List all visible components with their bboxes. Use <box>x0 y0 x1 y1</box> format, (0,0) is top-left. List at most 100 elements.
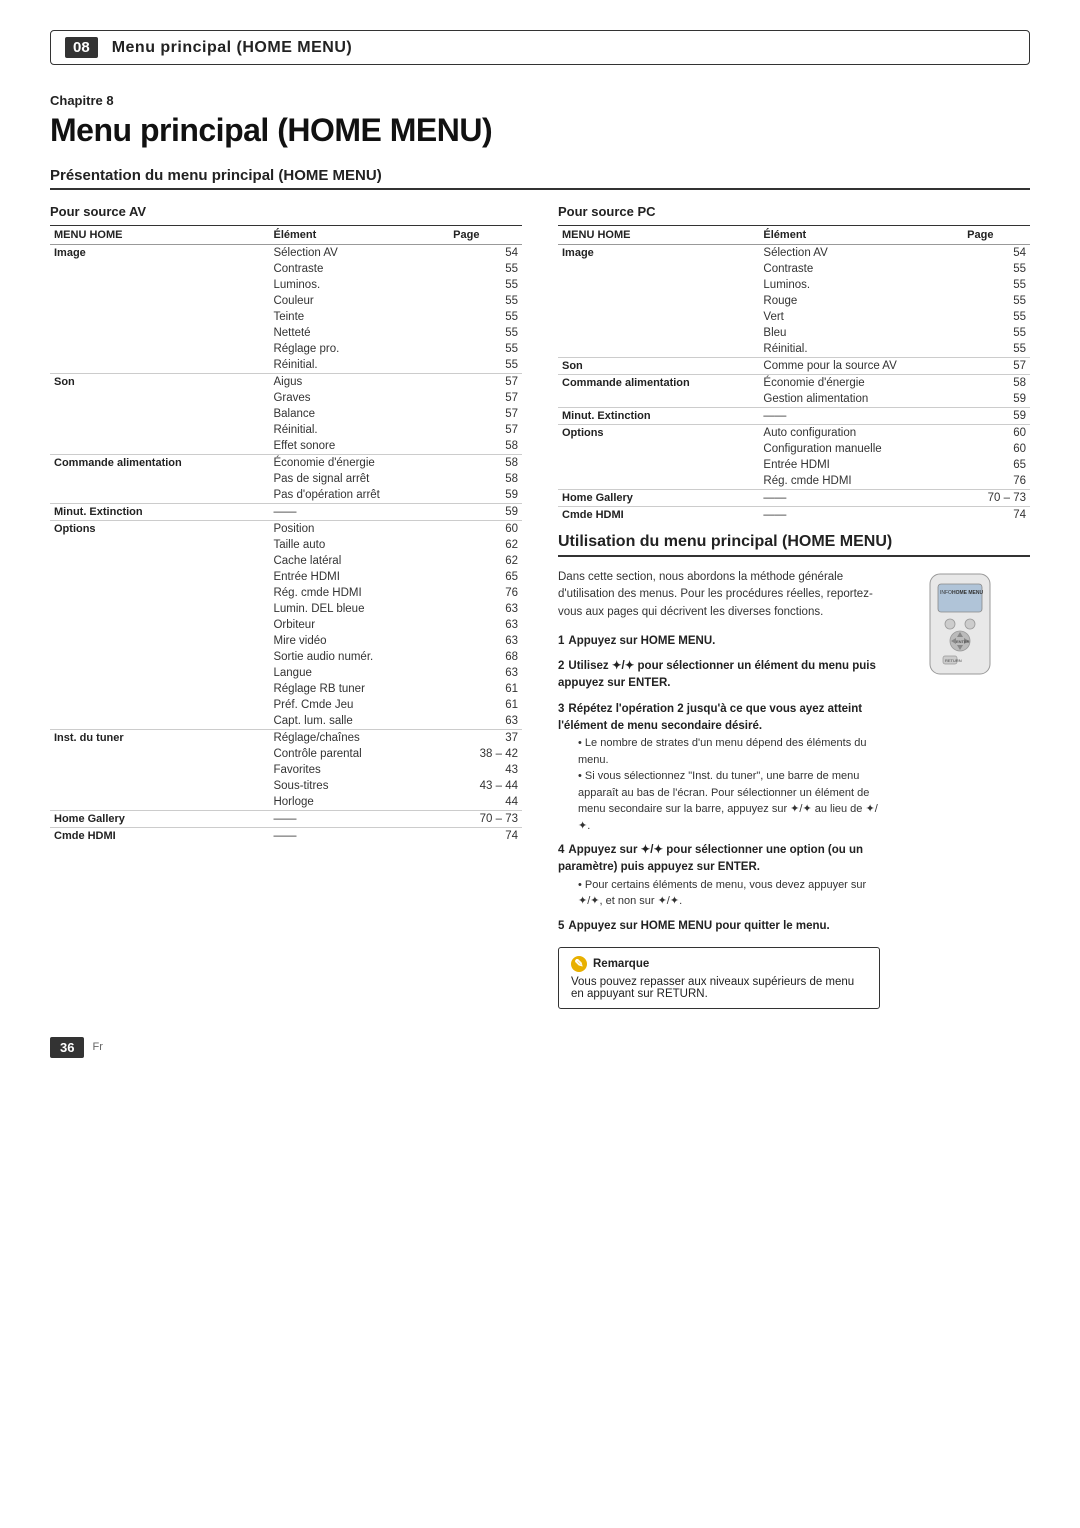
av-item-cell: Sélection AV <box>269 245 449 262</box>
page-lang: Fr <box>92 1041 102 1053</box>
pc-page-cell: 76 <box>963 473 1030 490</box>
table-row: Entrée HDMI 65 <box>558 457 1030 473</box>
table-row: Rouge 55 <box>558 293 1030 309</box>
table-row: Contraste 55 <box>50 261 522 277</box>
utilisation-text: Dans cette section, nous abordons la mét… <box>558 569 880 1009</box>
av-item-cell: Horloge <box>269 794 449 811</box>
table-row: Orbiteur 63 <box>50 617 522 633</box>
av-page-cell: 59 <box>449 504 522 521</box>
av-page-cell: 62 <box>449 537 522 553</box>
av-page-cell: 55 <box>449 261 522 277</box>
pc-category-cell: Cmde HDMI <box>558 507 759 524</box>
step-number: 4 <box>558 844 564 856</box>
av-item-cell: Lumin. DEL bleue <box>269 601 449 617</box>
av-item-cell: —— <box>269 828 449 845</box>
av-item-cell: Netteté <box>269 325 449 341</box>
top-bar: 08 Menu principal (HOME MENU) <box>50 30 1030 65</box>
step-bullet: Si vous sélectionnez "Inst. du tuner", u… <box>578 768 880 834</box>
av-item-cell: Cache latéral <box>269 553 449 569</box>
steps-container: 1Appuyez sur HOME MENU.2Utilisez ✦/✦ pou… <box>558 633 880 935</box>
av-item-cell: Sous-titres <box>269 778 449 794</box>
pc-item-cell: Bleu <box>759 325 963 341</box>
table-row: Balance 57 <box>50 406 522 422</box>
chapter-title: Menu principal (HOME MENU) <box>50 112 1030 149</box>
svg-text:ENTER: ENTER <box>956 639 970 644</box>
av-category-cell <box>50 697 269 713</box>
table-row: Sortie audio numér. 68 <box>50 649 522 665</box>
av-category-cell: Minut. Extinction <box>50 504 269 521</box>
table-row: Configuration manuelle 60 <box>558 441 1030 457</box>
pc-category-cell <box>558 325 759 341</box>
av-category-cell <box>50 633 269 649</box>
svg-text:HOME MENU: HOME MENU <box>952 590 984 596</box>
table-row: Réglage RB tuner 61 <box>50 681 522 697</box>
table-row: Options Position 60 <box>50 521 522 538</box>
table-row: Sous-titres 43 – 44 <box>50 778 522 794</box>
step-text: Appuyez sur HOME MENU. <box>568 635 715 647</box>
av-page-cell: 43 <box>449 762 522 778</box>
pc-item-cell: Gestion alimentation <box>759 391 963 408</box>
pc-page-cell: 55 <box>963 341 1030 358</box>
av-page-cell: 60 <box>449 521 522 538</box>
av-category-cell <box>50 681 269 697</box>
pc-category-cell <box>558 261 759 277</box>
av-item-cell: Pas d'opération arrêt <box>269 487 449 504</box>
table-row: Pas d'opération arrêt 59 <box>50 487 522 504</box>
av-col-menu-home: MENU HOME <box>50 226 269 245</box>
pc-item-cell: Réinitial. <box>759 341 963 358</box>
av-category-cell <box>50 341 269 357</box>
table-row: Capt. lum. salle 63 <box>50 713 522 730</box>
pc-category-cell: Minut. Extinction <box>558 408 759 425</box>
av-category-cell <box>50 471 269 487</box>
av-category-cell <box>50 665 269 681</box>
pc-source-label: Pour source PC <box>558 204 1030 219</box>
table-row: Home Gallery —— 70 – 73 <box>50 811 522 828</box>
av-category-cell: Options <box>50 521 269 538</box>
svg-text:INFO: INFO <box>940 590 952 596</box>
table-row: Réinitial. 57 <box>50 422 522 438</box>
table-row: Teinte 55 <box>50 309 522 325</box>
table-row: Entrée HDMI 65 <box>50 569 522 585</box>
pc-category-cell: Image <box>558 245 759 262</box>
av-category-cell <box>50 261 269 277</box>
av-category-cell <box>50 390 269 406</box>
pc-page-cell: 60 <box>963 425 1030 442</box>
pc-category-cell <box>558 309 759 325</box>
av-category-cell <box>50 601 269 617</box>
av-category-cell <box>50 277 269 293</box>
av-page-cell: 57 <box>449 406 522 422</box>
table-row: Langue 63 <box>50 665 522 681</box>
av-page-cell: 55 <box>449 341 522 357</box>
av-category-cell <box>50 713 269 730</box>
pc-item-cell: Auto configuration <box>759 425 963 442</box>
table-row: Home Gallery —— 70 – 73 <box>558 490 1030 507</box>
pc-page-cell: 55 <box>963 325 1030 341</box>
step-bullet: Le nombre de strates d'un menu dépend de… <box>578 735 880 768</box>
pc-page-cell: 59 <box>963 391 1030 408</box>
pc-category-cell <box>558 293 759 309</box>
av-item-cell: Luminos. <box>269 277 449 293</box>
av-category-cell <box>50 406 269 422</box>
table-row: Réinitial. 55 <box>558 341 1030 358</box>
table-row: Minut. Extinction —— 59 <box>50 504 522 521</box>
table-row: Taille auto 62 <box>50 537 522 553</box>
av-item-cell: Contrôle parental <box>269 746 449 762</box>
pc-item-cell: Vert <box>759 309 963 325</box>
av-item-cell: Couleur <box>269 293 449 309</box>
pc-category-cell: Son <box>558 358 759 375</box>
step-text: Utilisez ✦/✦ pour sélectionner un élémen… <box>558 660 876 689</box>
table-row: Lumin. DEL bleue 63 <box>50 601 522 617</box>
pc-item-cell: Économie d'énergie <box>759 375 963 392</box>
av-item-cell: Réglage/chaînes <box>269 730 449 747</box>
pc-page-cell: 55 <box>963 277 1030 293</box>
av-category-cell <box>50 553 269 569</box>
av-col-element: Élément <box>269 226 449 245</box>
table-row: Graves 57 <box>50 390 522 406</box>
step-number: 3 <box>558 703 564 715</box>
av-item-cell: —— <box>269 504 449 521</box>
table-row: Image Sélection AV 54 <box>558 245 1030 262</box>
remarque-title: ✎ Remarque <box>571 956 867 972</box>
av-page-cell: 70 – 73 <box>449 811 522 828</box>
table-row: Cmde HDMI —— 74 <box>50 828 522 845</box>
two-col-layout: Pour source AV MENU HOME Élément Page Im… <box>50 204 1030 1009</box>
